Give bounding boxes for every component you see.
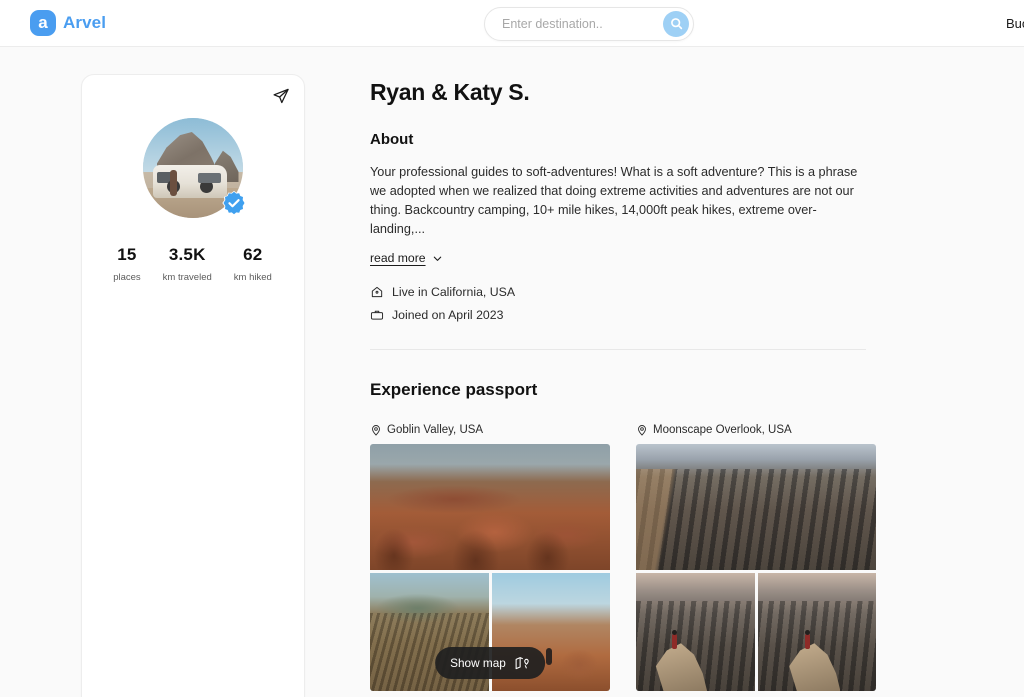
search-icon (670, 18, 682, 30)
experience-location-label: Moonscape Overlook, USA (653, 424, 792, 436)
read-more-link[interactable]: read more (370, 251, 443, 265)
read-more-label: read more (370, 251, 426, 265)
experience-location: Moonscape Overlook, USA (636, 424, 876, 436)
experience-card[interactable]: Goblin Valley, USA Show map (370, 424, 610, 697)
show-map-label: Show map (450, 656, 506, 670)
stat-places-label: places (113, 272, 141, 283)
brand-logo[interactable]: a Arvel (30, 10, 106, 36)
section-divider (370, 349, 866, 350)
profile-column: 15 places 3.5K km traveled 62 km hiked (0, 74, 370, 697)
chevron-down-icon (433, 256, 441, 261)
profile-card: 15 places 3.5K km traveled 62 km hiked (80, 74, 305, 697)
stat-km-traveled-value: 3.5K (168, 245, 206, 264)
stat-places: 15 places (113, 245, 140, 283)
stat-km-traveled: 3.5K km traveled (163, 245, 212, 283)
experience-photo-grid[interactable]: Show map (370, 444, 610, 691)
search-input[interactable] (502, 16, 663, 31)
map-icon (515, 657, 529, 670)
stat-km-hiked-value: 62 (243, 245, 263, 264)
profile-stats: 15 places 3.5K km traveled 62 km hiked (96, 245, 290, 283)
header-nav: Bucket list 1 Experience passport (484, 0, 1024, 47)
nav-bucket-list[interactable]: Bucket list 1 (1006, 16, 1024, 31)
experience-location-label: Goblin Valley, USA (387, 424, 484, 436)
nav-bucket-list-label: Bucket list (1006, 16, 1024, 31)
meta-joined: Joined on April 2023 (370, 308, 880, 322)
show-map-button[interactable]: Show map (435, 647, 545, 679)
experience-photo[interactable] (370, 444, 610, 570)
profile-meta: Live in California, USA Joined on April … (370, 285, 880, 322)
about-heading: About (370, 131, 414, 148)
arvel-logo-icon: a (30, 10, 56, 36)
brand-name: Arvel (63, 13, 107, 32)
experience-photo-grid[interactable] (636, 444, 876, 691)
verified-badge-icon (221, 190, 247, 216)
meta-location: Live in California, USA (370, 285, 880, 299)
experience-card[interactable]: Moonscape Overlook, USA (636, 424, 876, 697)
experience-passport-heading: Experience passport (370, 380, 538, 399)
suitcase-icon (370, 310, 384, 320)
app-header: a Arvel Bucket list 1 Experience passpor… (0, 0, 1024, 47)
home-icon (371, 286, 383, 298)
avatar-wrap (142, 118, 246, 218)
stat-places-value: 15 (117, 245, 137, 264)
page-body: 15 places 3.5K km traveled 62 km hiked R… (0, 47, 1024, 697)
about-bio: Your professional guides to soft-adventu… (370, 165, 858, 236)
experience-grid: Goblin Valley, USA Show map Moonscape Ov… (370, 424, 880, 697)
stat-km-hiked: 62 km hiked (234, 245, 272, 283)
search-box[interactable] (484, 6, 694, 41)
send-icon (272, 88, 289, 104)
search-button[interactable] (663, 10, 689, 37)
location-pin-icon (372, 425, 380, 436)
share-profile-button[interactable] (272, 87, 290, 105)
page-title: Ryan & Katy S. (370, 79, 530, 105)
location-pin-icon (638, 425, 646, 436)
meta-location-text: Live in California, USA (392, 285, 516, 299)
experience-photo[interactable] (636, 573, 755, 691)
meta-joined-text: Joined on April 2023 (392, 308, 504, 322)
experience-location: Goblin Valley, USA (370, 424, 610, 436)
experience-photo[interactable] (636, 444, 876, 570)
details-column: Ryan & Katy S. About Your professional g… (370, 74, 880, 697)
stat-km-hiked-label: km hiked (233, 272, 272, 283)
stat-km-traveled-label: km traveled (162, 272, 212, 283)
experience-photo[interactable] (757, 573, 876, 691)
